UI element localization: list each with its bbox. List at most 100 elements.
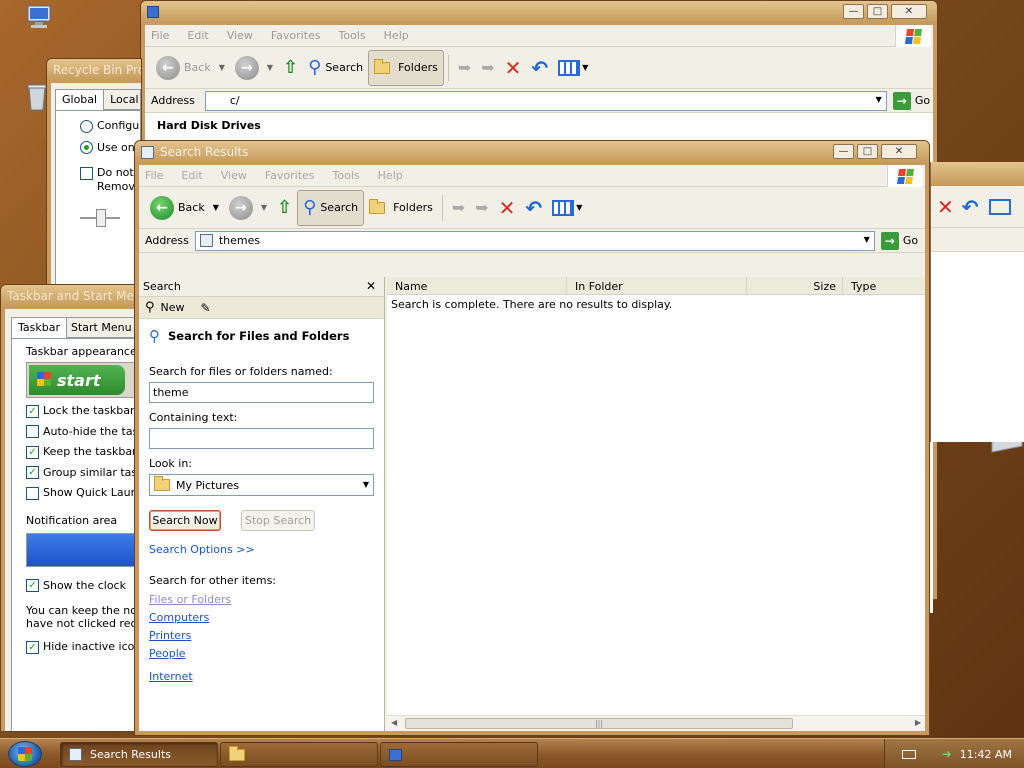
menu-favorites[interactable]: Favorites [265, 169, 315, 182]
taskbar-button-search-results[interactable]: Search Results [60, 742, 218, 767]
chevron-down-icon[interactable]: ▼ [582, 63, 588, 72]
move-to-button[interactable]: ➥ [447, 190, 470, 226]
menu-edit[interactable]: Edit [181, 169, 202, 182]
minimize-button[interactable]: — [833, 144, 854, 159]
copy-to-button[interactable]: ➥ [470, 190, 493, 226]
scrollbar-thumb[interactable]: ||| [405, 718, 793, 729]
chevron-down-icon[interactable]: ▼ [864, 235, 870, 244]
chevron-down-icon[interactable]: ▼ [261, 203, 267, 212]
people-link[interactable]: People [149, 647, 374, 660]
dialog-titlebar[interactable]: Taskbar and Start Menu [1, 285, 137, 307]
chevron-down-icon[interactable]: ▼ [363, 480, 369, 489]
show-clock-checkbox[interactable]: ✓ Show the clock [26, 579, 136, 592]
menu-help[interactable]: Help [384, 29, 409, 42]
go-button[interactable]: → Go [892, 91, 930, 110]
lookin-select[interactable]: My Pictures ▼ [149, 474, 374, 496]
horizontal-scrollbar[interactable]: ◀ ||| ▶ [387, 715, 925, 731]
scroll-right-icon[interactable]: ▶ [915, 718, 921, 727]
delete-button[interactable]: ✕ [494, 190, 521, 226]
chevron-down-icon[interactable]: ▼ [876, 95, 882, 104]
delete-button[interactable]: ✕ [500, 50, 527, 86]
maximize-button[interactable]: □ [857, 144, 878, 159]
up-folder-button[interactable]: ⇧ [278, 50, 303, 86]
search-button[interactable]: ⚲ Search [303, 50, 368, 86]
folders-button[interactable]: Folders [364, 190, 438, 226]
address-field[interactable]: c/ ▼ [204, 90, 887, 111]
tab-taskbar[interactable]: Taskbar [11, 317, 67, 338]
chevron-down-icon[interactable]: ▼ [219, 63, 225, 72]
use-one-option[interactable]: Use one [80, 141, 140, 154]
column-in-folder[interactable]: In Folder [567, 277, 747, 295]
chevron-down-icon[interactable]: ▼ [213, 203, 219, 212]
taskbar-button-folder[interactable] [220, 742, 378, 767]
menu-view[interactable]: View [227, 29, 253, 42]
clock[interactable]: 11:42 AM [960, 748, 1012, 761]
start-button[interactable] [8, 741, 42, 767]
menu-edit[interactable]: Edit [187, 29, 208, 42]
new-search-button[interactable]: New [161, 301, 185, 314]
taskbar-button-explorer[interactable] [380, 742, 538, 767]
forward-button[interactable]: → ▼ [230, 50, 278, 86]
hide-inactive-checkbox[interactable]: ✓ Hide inactive icon [26, 640, 137, 654]
menu-file[interactable]: File [151, 29, 169, 42]
filename-input[interactable] [149, 382, 374, 403]
lock-taskbar-checkbox[interactable]: ✓ Lock the taskbar [26, 404, 136, 418]
views-button[interactable]: ▼ [553, 50, 593, 86]
go-button[interactable]: → Go [880, 231, 918, 250]
close-button[interactable]: ✕ [881, 144, 917, 159]
containing-text-input[interactable] [149, 428, 374, 449]
tab-start-menu[interactable]: Start Menu [67, 317, 137, 338]
address-field[interactable]: themes ▼ [194, 230, 875, 251]
menu-tools[interactable]: Tools [333, 169, 360, 182]
maximize-button[interactable]: □ [867, 4, 888, 19]
keep-on-top-checkbox[interactable]: ✓ Keep the taskbar [26, 445, 137, 459]
scroll-left-icon[interactable]: ◀ [391, 718, 397, 727]
search-options-link[interactable]: Search Options >> [149, 543, 374, 556]
do-not-move-option[interactable]: Do not m [80, 166, 140, 180]
undo-button[interactable]: ↶ [526, 50, 553, 86]
undo-icon[interactable]: ↶ [962, 195, 979, 219]
tab-global[interactable]: Global [55, 89, 105, 110]
views-icon[interactable] [988, 198, 1011, 215]
forward-button[interactable]: → ▼ [224, 190, 272, 226]
move-to-button[interactable]: ➥ [453, 50, 476, 86]
configure-option[interactable]: Configure [80, 119, 140, 133]
computer-icon[interactable] [26, 4, 52, 30]
computers-link[interactable]: Computers [149, 611, 374, 624]
views-button[interactable]: ▼ [547, 190, 587, 226]
search-window-titlebar[interactable]: Search Results [135, 141, 929, 163]
back-button[interactable]: ← Back ▼ [145, 190, 224, 226]
internet-link[interactable]: Internet [149, 670, 374, 683]
undo-button[interactable]: ↶ [520, 190, 547, 226]
column-size[interactable]: Size [747, 277, 843, 295]
group-similar-checkbox[interactable]: ✓ Group similar task [26, 466, 137, 479]
menu-tools[interactable]: Tools [339, 29, 366, 42]
quick-launch-checkbox[interactable]: Show Quick Laun [26, 486, 137, 500]
up-folder-button[interactable]: ⇧ [272, 190, 297, 226]
menu-view[interactable]: View [221, 169, 247, 182]
close-pane-icon[interactable]: ✕ [366, 279, 376, 293]
chevron-down-icon[interactable]: ▼ [576, 203, 582, 212]
search-assistant-icon[interactable]: ✎ [201, 301, 211, 315]
chevron-down-icon[interactable]: ▼ [267, 63, 273, 72]
tab-local-disk[interactable]: Local Di [104, 89, 141, 110]
copy-to-button[interactable]: ➥ [476, 50, 499, 86]
menu-favorites[interactable]: Favorites [271, 29, 321, 42]
delete-icon[interactable]: ✕ [937, 195, 954, 219]
size-slider[interactable] [80, 208, 120, 227]
minimize-button[interactable]: — [843, 4, 864, 19]
printers-link[interactable]: Printers [149, 629, 374, 642]
menu-help[interactable]: Help [378, 169, 403, 182]
folders-button[interactable]: Folders [368, 49, 444, 86]
recycle-bin-icon[interactable] [26, 82, 48, 112]
safely-remove-icon[interactable]: ➜ [942, 747, 952, 761]
menu-file[interactable]: File [145, 169, 163, 182]
auto-hide-checkbox[interactable]: Auto-hide the task [26, 425, 137, 438]
close-button[interactable]: ✕ [891, 4, 927, 19]
search-now-button[interactable]: Search Now [149, 510, 221, 531]
column-name[interactable]: Name [387, 277, 567, 295]
back-button[interactable]: ← Back ▼ [151, 50, 230, 86]
files-or-folders-link[interactable]: Files or Folders [149, 593, 374, 606]
slider-thumb[interactable] [96, 208, 106, 227]
back-window-titlebar[interactable] [141, 1, 937, 23]
